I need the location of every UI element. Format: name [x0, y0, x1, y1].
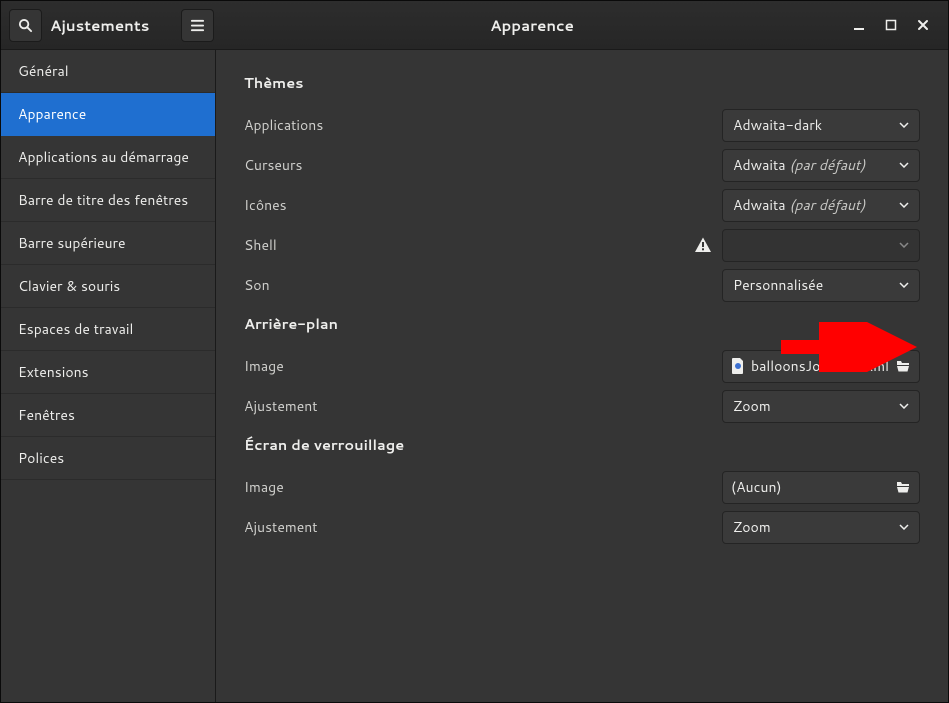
- window: Ajustements Apparence Général Apparence …: [0, 0, 949, 703]
- applications-combo[interactable]: Adwaita-dark: [722, 109, 920, 142]
- bg-image-file-button[interactable]: balloonsJourNuit.xml: [722, 350, 920, 383]
- chevron-down-icon: [899, 242, 909, 248]
- window-controls: [850, 16, 940, 34]
- lock-adjust-combo[interactable]: Zoom: [722, 511, 920, 544]
- row-bg-adjust: Ajustement Zoom: [244, 386, 920, 426]
- search-button[interactable]: [9, 9, 42, 42]
- maximize-icon: [885, 19, 897, 31]
- row-icons-label: Icônes: [244, 195, 722, 215]
- row-shell: Shell: [244, 225, 920, 265]
- page-title: Apparence: [222, 15, 842, 36]
- minimize-button[interactable]: [850, 16, 868, 34]
- row-applications-label: Applications: [244, 115, 722, 135]
- row-bg-image: Image balloonsJourNuit.xml: [244, 346, 920, 386]
- section-themes-title: Thèmes: [244, 72, 920, 93]
- bg-adjust-combo-value: Zoom: [733, 396, 771, 416]
- close-icon: [917, 19, 929, 31]
- main-panel: Thèmes Applications Adwaita-dark Curseur…: [216, 50, 948, 702]
- icons-combo[interactable]: Adwaita (par défaut): [722, 189, 920, 222]
- cursor-combo-value: Adwaita (par défaut): [733, 155, 865, 175]
- chevron-down-icon: [899, 122, 909, 128]
- open-file-icon: [895, 358, 911, 374]
- hamburger-icon: [190, 18, 205, 33]
- bg-image-file-name: balloonsJourNuit.xml: [751, 356, 889, 376]
- row-cursor-label: Curseurs: [244, 155, 722, 175]
- row-bg-image-label: Image: [244, 356, 722, 376]
- open-file-icon: [895, 479, 911, 495]
- row-lock-adjust-label: Ajustement: [244, 517, 722, 537]
- sidebar-item-appearance[interactable]: Apparence: [1, 93, 215, 136]
- sidebar-item-topbar[interactable]: Barre supérieure: [1, 222, 215, 265]
- bg-adjust-combo[interactable]: Zoom: [722, 390, 920, 423]
- maximize-button[interactable]: [882, 16, 900, 34]
- warning-icon: [694, 236, 712, 254]
- icons-combo-value: Adwaita (par défaut): [733, 195, 865, 215]
- row-lock-image: Image (Aucun): [244, 467, 920, 507]
- row-applications: Applications Adwaita-dark: [244, 105, 920, 145]
- row-bg-adjust-label: Ajustement: [244, 396, 722, 416]
- file-icon: [731, 358, 745, 374]
- headerbar-left: Ajustements: [9, 9, 214, 42]
- chevron-down-icon: [899, 162, 909, 168]
- headerbar: Ajustements Apparence: [1, 1, 948, 50]
- lock-adjust-combo-value: Zoom: [733, 517, 771, 537]
- section-lockscreen-title: Écran de verrouillage: [244, 434, 920, 455]
- sidebar-item-windows[interactable]: Fenêtres: [1, 394, 215, 437]
- lock-image-file-name: (Aucun): [731, 477, 782, 497]
- section-background-title: Arrière-plan: [244, 313, 920, 334]
- row-shell-label: Shell: [244, 235, 694, 255]
- sidebar-item-titlebars[interactable]: Barre de titre des fenêtres: [1, 179, 215, 222]
- sidebar-item-general[interactable]: Général: [1, 50, 215, 93]
- row-lock-adjust: Ajustement Zoom: [244, 507, 920, 547]
- minimize-icon: [853, 19, 865, 31]
- chevron-down-icon: [899, 403, 909, 409]
- applications-combo-value: Adwaita-dark: [733, 115, 822, 135]
- app-title: Ajustements: [50, 15, 173, 36]
- content: Général Apparence Applications au démarr…: [1, 50, 948, 702]
- row-sound: Son Personnalisée: [244, 265, 920, 305]
- close-button[interactable]: [914, 16, 932, 34]
- sidebar-item-keyboard-mouse[interactable]: Clavier & souris: [1, 265, 215, 308]
- sidebar-item-workspaces[interactable]: Espaces de travail: [1, 308, 215, 351]
- sound-combo[interactable]: Personnalisée: [722, 269, 920, 302]
- shell-combo: [722, 229, 920, 262]
- search-icon: [18, 18, 33, 33]
- chevron-down-icon: [899, 282, 909, 288]
- menu-button[interactable]: [181, 9, 214, 42]
- row-icons: Icônes Adwaita (par défaut): [244, 185, 920, 225]
- lock-image-file-button[interactable]: (Aucun): [722, 471, 920, 504]
- sidebar-item-extensions[interactable]: Extensions: [1, 351, 215, 394]
- sidebar-item-fonts[interactable]: Polices: [1, 437, 215, 480]
- row-sound-label: Son: [244, 275, 722, 295]
- row-lock-image-label: Image: [244, 477, 722, 497]
- sidebar-item-startup-apps[interactable]: Applications au démarrage: [1, 136, 215, 179]
- chevron-down-icon: [899, 524, 909, 530]
- sidebar: Général Apparence Applications au démarr…: [1, 50, 216, 702]
- sound-combo-value: Personnalisée: [733, 275, 823, 295]
- row-cursor: Curseurs Adwaita (par défaut): [244, 145, 920, 185]
- chevron-down-icon: [899, 202, 909, 208]
- cursor-combo[interactable]: Adwaita (par défaut): [722, 149, 920, 182]
